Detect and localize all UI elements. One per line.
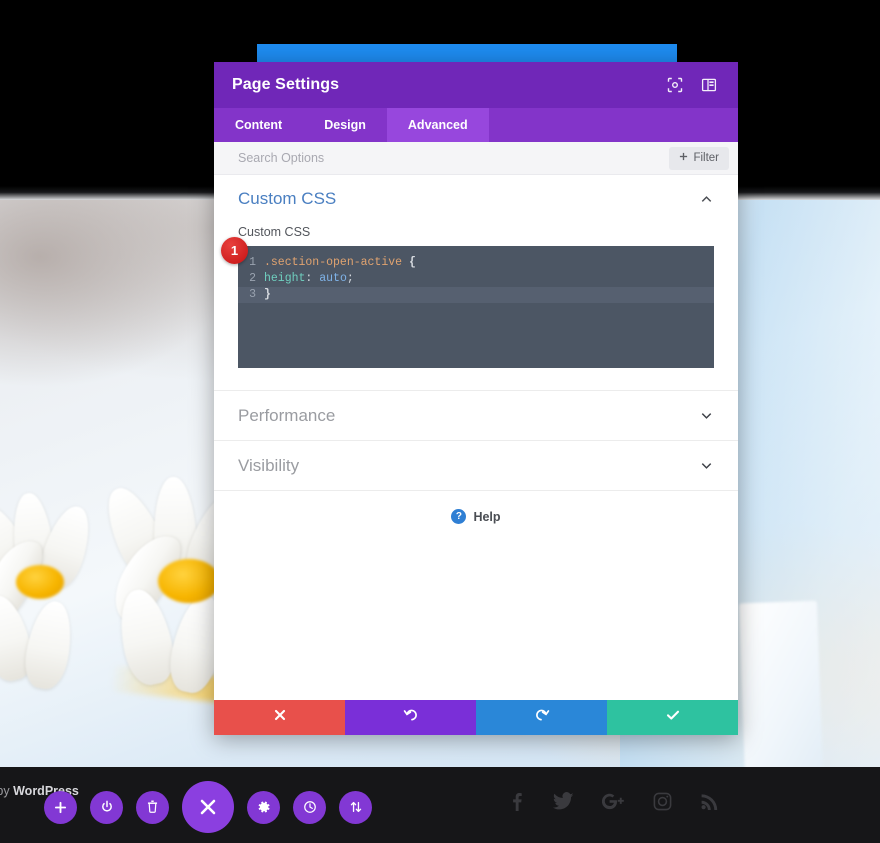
redo-button[interactable] — [476, 700, 607, 735]
save-button[interactable] — [607, 700, 738, 735]
panel-layout-icon[interactable] — [698, 74, 720, 96]
code-line: 1 .section-open-active { — [238, 255, 714, 271]
settings-button[interactable] — [247, 790, 280, 824]
tab-advanced[interactable]: Advanced — [386, 108, 489, 142]
code-token-brace: } — [264, 288, 271, 301]
chevron-down-icon[interactable] — [699, 408, 714, 423]
question-mark-icon: ? — [451, 509, 467, 524]
code-token-colon: : — [305, 272, 313, 285]
custom-css-section: Custom CSS Custom CSS 1 1 .section-open-… — [214, 175, 738, 390]
custom-css-field-label: Custom CSS — [238, 225, 311, 239]
filter-button-label: Filter — [693, 152, 719, 164]
builder-action-buttons — [44, 781, 372, 833]
code-editor-wrapper: 1 1 .section-open-active { 2 height: aut… — [221, 237, 714, 368]
credit-prefix: d by — [0, 784, 10, 798]
redo-arrow-icon — [534, 707, 550, 728]
target-focus-icon[interactable] — [664, 74, 686, 96]
googleplus-icon[interactable] — [602, 792, 625, 811]
step-badge-1: 1 — [221, 237, 248, 264]
tab-design[interactable]: Design — [303, 108, 387, 142]
builder-bottom-bar: d by WordPress — [0, 767, 880, 843]
twitter-icon[interactable] — [553, 792, 574, 811]
code-token-value: auto — [319, 272, 347, 285]
history-button[interactable] — [293, 790, 326, 824]
custom-css-section-title: Custom CSS — [238, 189, 337, 208]
page-title: Page Settings — [232, 76, 340, 93]
checkmark-icon — [665, 707, 681, 728]
social-links — [508, 792, 719, 811]
add-button[interactable] — [44, 790, 77, 824]
code-token-brace: { — [408, 256, 416, 269]
code-line-active: 3 } — [238, 287, 714, 303]
modal-body: Custom CSS Custom CSS 1 1 .section-open-… — [214, 175, 738, 700]
instagram-icon[interactable] — [653, 792, 672, 811]
power-button[interactable] — [90, 790, 123, 824]
search-input[interactable] — [238, 151, 670, 165]
section-visibility[interactable]: Visibility — [214, 440, 738, 490]
undo-arrow-icon — [403, 707, 419, 728]
code-token-property: height — [264, 272, 306, 285]
trash-button[interactable] — [136, 790, 169, 824]
close-x-icon — [273, 708, 287, 727]
facebook-icon[interactable] — [508, 792, 525, 811]
chevron-up-icon[interactable] — [699, 192, 714, 207]
undo-button[interactable] — [345, 700, 476, 735]
plus-icon — [679, 152, 688, 164]
code-token-semicolon: ; — [346, 272, 354, 285]
modal-footer — [214, 700, 738, 735]
tab-content[interactable]: Content — [214, 108, 303, 142]
chevron-down-icon[interactable] — [699, 458, 714, 473]
filter-button[interactable]: Filter — [669, 146, 729, 170]
reorder-button[interactable] — [339, 790, 372, 824]
custom-css-code-editor[interactable]: 1 .section-open-active { 2 height: auto;… — [238, 246, 714, 368]
help-row[interactable]: ? Help — [214, 490, 738, 524]
modal-tab-bar: Content Design Advanced — [214, 108, 738, 142]
modal-header: Page Settings — [214, 62, 738, 108]
custom-css-section-header[interactable]: Custom CSS — [238, 189, 714, 219]
cancel-button[interactable] — [214, 700, 345, 735]
editor-spacer — [238, 368, 714, 390]
line-number: 3 — [249, 288, 256, 301]
rss-icon[interactable] — [700, 792, 719, 811]
section-performance[interactable]: Performance — [214, 390, 738, 440]
search-row: Filter — [214, 142, 738, 175]
close-builder-button[interactable] — [182, 781, 234, 833]
line-number: 2 — [249, 272, 256, 285]
section-visibility-label: Visibility — [238, 455, 300, 475]
help-link-label[interactable]: Help — [473, 510, 500, 524]
section-performance-label: Performance — [238, 405, 336, 425]
page-settings-modal: Page Settings Content Design Advanced Se… — [214, 62, 738, 735]
code-token-selector: .section-open-active — [264, 256, 403, 269]
background-white-object — [738, 600, 824, 767]
code-line: 2 height: auto; — [238, 271, 714, 287]
